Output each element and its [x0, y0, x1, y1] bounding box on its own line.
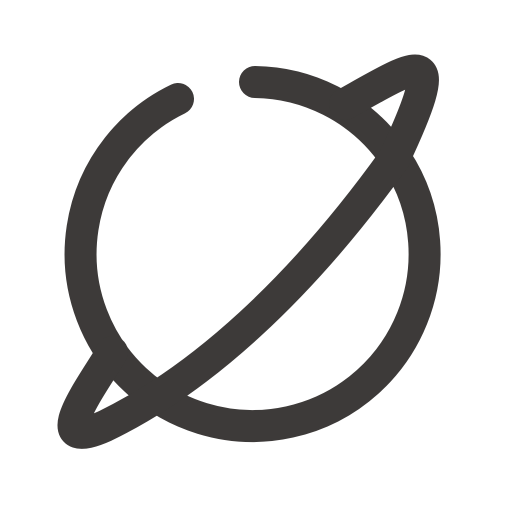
planet-icon — [57, 54, 441, 449]
icon-canvas — [0, 0, 512, 512]
planet-strokes — [57, 54, 441, 449]
planet-body-arc — [64, 66, 441, 442]
